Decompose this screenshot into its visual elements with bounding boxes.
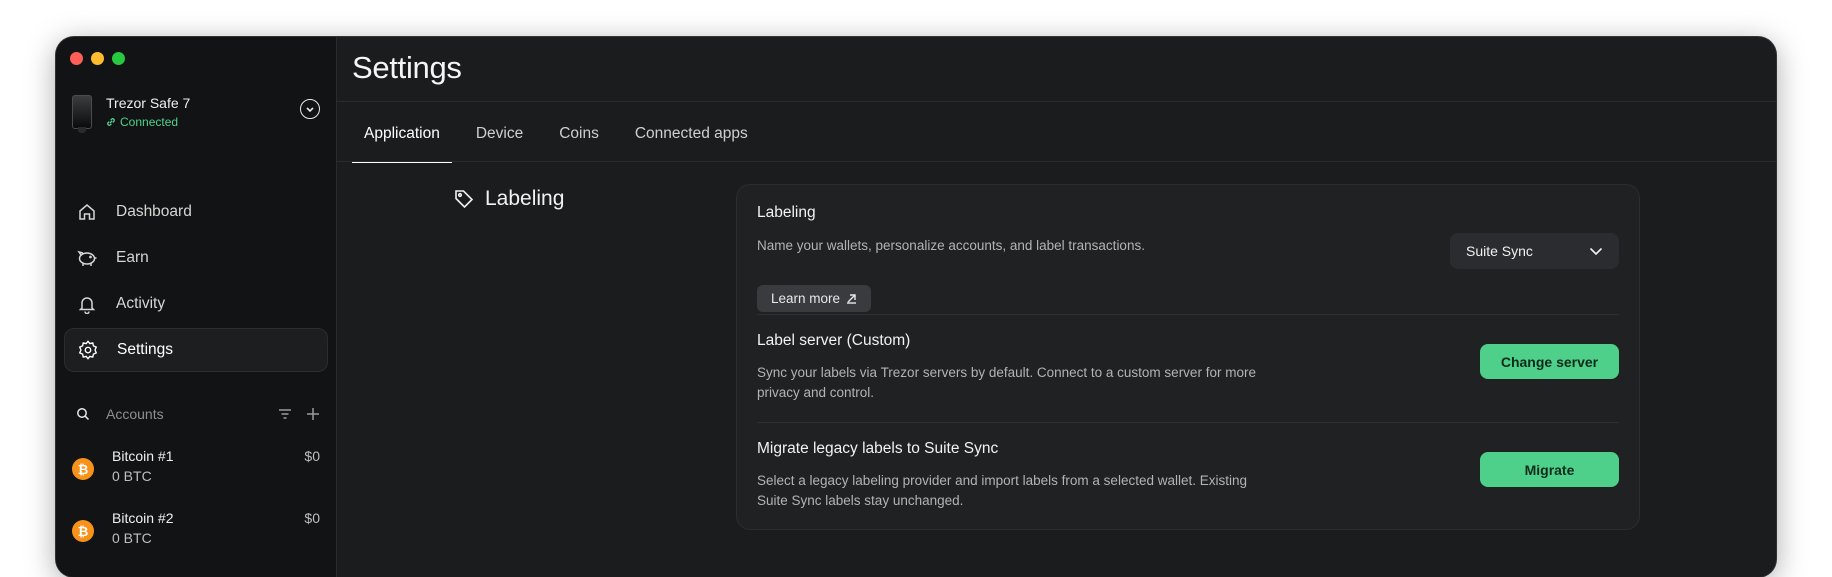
section-title-label: Labeling [485, 187, 565, 210]
nav-item-label: Dashboard [116, 203, 192, 220]
window-controls [70, 52, 125, 65]
chevron-down-circle-icon[interactable] [300, 99, 320, 119]
change-server-button[interactable]: Change server [1480, 344, 1619, 379]
app-window: Trezor Safe 7 Connected Dashboard Earn A… [56, 37, 1776, 577]
accounts-label: Accounts [106, 406, 164, 422]
select-value: Suite Sync [1466, 243, 1533, 259]
labeling-title: Labeling [757, 204, 816, 221]
home-icon [76, 201, 98, 223]
migrate-description: Select a legacy labeling provider and im… [757, 473, 1248, 508]
close-window-button[interactable] [70, 52, 83, 65]
learn-more-label: Learn more [771, 291, 841, 306]
account-name: Bitcoin #2 [112, 510, 174, 526]
nav-item-settings[interactable]: Settings [64, 328, 328, 372]
piggy-bank-icon [76, 247, 98, 269]
tabs-divider [337, 161, 1776, 162]
labeling-provider-select[interactable]: Suite Sync [1450, 233, 1619, 269]
account-fiat: $0 [304, 510, 320, 526]
gear-icon [77, 339, 99, 361]
account-balance: 0 BTC [112, 530, 152, 546]
learn-more-button[interactable]: Learn more [757, 285, 872, 312]
account-name: Bitcoin #1 [112, 448, 174, 464]
plus-icon[interactable] [306, 407, 320, 421]
nav-item-earn[interactable]: Earn [64, 236, 328, 280]
sidebar: Trezor Safe 7 Connected Dashboard Earn A… [56, 37, 337, 577]
labeling-description: Name your wallets, personalize accounts,… [757, 238, 1145, 253]
page-title: Settings [352, 50, 462, 85]
tab-connected-apps[interactable]: Connected apps [623, 125, 760, 161]
filter-icon[interactable] [278, 408, 292, 420]
tab-application[interactable]: Application [352, 125, 452, 163]
nav-item-label: Earn [116, 249, 149, 266]
settings-tabs: Application Device Coins Connected apps [352, 125, 772, 163]
link-icon [107, 118, 115, 126]
external-link-icon [847, 294, 857, 304]
row-divider [757, 314, 1619, 315]
nav-item-label: Activity [116, 295, 166, 312]
account-balance: 0 BTC [112, 468, 152, 484]
accounts-header: Accounts [76, 404, 320, 424]
tab-device[interactable]: Device [464, 125, 535, 161]
device-name: Trezor Safe 7 [106, 95, 191, 111]
label-server-description: Sync your labels via Trezor servers by d… [757, 365, 1256, 400]
main-content: Settings Application Device Coins Connec… [337, 37, 1776, 577]
migrate-button[interactable]: Migrate [1480, 452, 1619, 487]
chevron-down-icon [1589, 247, 1603, 255]
labeling-card: Labeling Name your wallets, personalize … [736, 184, 1640, 530]
minimize-window-button[interactable] [91, 52, 104, 65]
account-item[interactable]: ₿ Bitcoin #2 0 BTC $0 [72, 510, 320, 554]
accounts-tools [278, 407, 320, 421]
bitcoin-icon: ₿ [72, 520, 94, 542]
label-server-row: Label server (Custom) Sync your labels v… [757, 332, 1619, 422]
tag-icon [455, 190, 474, 209]
device-status: Connected [106, 115, 178, 129]
device-image [72, 95, 92, 133]
nav-item-dashboard[interactable]: Dashboard [64, 190, 328, 234]
labeling-row: Labeling Name your wallets, personalize … [757, 204, 1619, 314]
tab-coins[interactable]: Coins [547, 125, 611, 161]
nav-item-activity[interactable]: Activity [64, 282, 328, 326]
device-selector[interactable]: Trezor Safe 7 Connected [72, 95, 320, 143]
bell-icon [76, 293, 98, 315]
migrate-row: Migrate legacy labels to Suite Sync Sele… [757, 440, 1619, 520]
main-nav: Dashboard Earn Activity Settings [64, 190, 328, 374]
maximize-window-button[interactable] [112, 52, 125, 65]
bitcoin-icon: ₿ [72, 458, 94, 480]
search-icon[interactable] [76, 407, 90, 421]
account-item[interactable]: ₿ Bitcoin #1 0 BTC $0 [72, 448, 320, 492]
account-fiat: $0 [304, 448, 320, 464]
device-status-label: Connected [120, 115, 179, 129]
header-divider [337, 101, 1776, 102]
row-divider [757, 422, 1619, 423]
section-title: Labeling [453, 187, 564, 211]
nav-item-label: Settings [117, 341, 174, 358]
